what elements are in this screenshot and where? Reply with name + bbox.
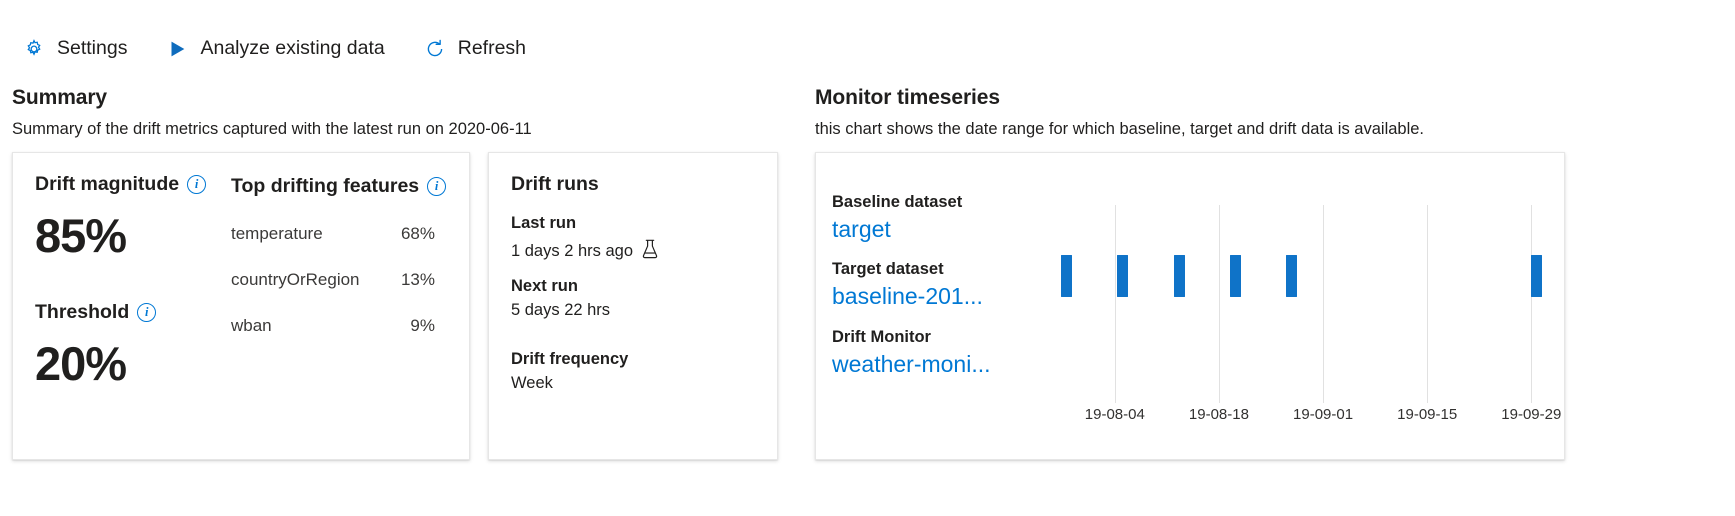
top-drifting-features-header: Top drifting features i (231, 175, 447, 198)
gear-icon (22, 37, 46, 61)
x-axis-tick-label: 19-09-15 (1397, 406, 1458, 423)
flask-icon[interactable] (640, 238, 660, 265)
chart-bar[interactable] (1061, 255, 1073, 297)
drift-monitor-label: Drift Monitor (832, 327, 931, 346)
feature-name: countryOrRegion (231, 270, 360, 289)
baseline-dataset-link[interactable]: target (832, 216, 1016, 242)
next-run-value: 5 days 22 hrs (511, 301, 611, 319)
drift-summary-card: Drift magnitude i 85% Threshold i 20% To… (12, 152, 470, 460)
drift-frequency-label: Drift frequency (511, 350, 629, 368)
drift-magnitude-info-icon[interactable]: i (187, 175, 207, 194)
threshold-block: Threshold i 20% (35, 301, 231, 387)
chart-gridline (1531, 205, 1533, 403)
toolbar: Settings Analyze existing data Refresh (0, 0, 1735, 72)
baseline-dataset-label: Baseline dataset (832, 193, 963, 211)
threshold-info-icon[interactable]: i (137, 303, 157, 322)
analyze-existing-data-label: Analyze existing data (200, 37, 385, 60)
play-icon (165, 37, 189, 61)
top-drifting-features-label: Top drifting features (231, 175, 420, 197)
chart-legend: Baseline dataset target Target dataset b… (816, 193, 1016, 459)
monitor-timeseries-subtitle: this chart shows the date range for whic… (815, 120, 1425, 138)
feature-name: temperature (231, 224, 323, 243)
chart-bar[interactable] (1117, 255, 1129, 297)
drift-frequency-value: Week (511, 374, 553, 392)
summary-section: Summary Summary of the drift metrics cap… (0, 72, 810, 460)
chart-gridline (1323, 205, 1325, 403)
threshold-header: Threshold i (35, 301, 231, 324)
analyze-existing-data-button[interactable]: Analyze existing data (161, 34, 388, 64)
settings-button[interactable]: Settings (18, 34, 131, 64)
drift-monitor-link[interactable]: weather-moni... (832, 351, 1016, 377)
chart-bar[interactable] (1531, 255, 1543, 297)
feature-value: 9% (410, 316, 435, 335)
top-drifting-features-block: Top drifting features i temperature 68% … (231, 173, 447, 387)
monitor-timeseries-title: Monitor timeseries (815, 86, 1000, 109)
x-axis-tick-label: 19-09-29 (1501, 406, 1562, 423)
refresh-button[interactable]: Refresh (419, 34, 530, 64)
feature-row: wban 9% (231, 316, 447, 336)
chart-gridline (1427, 205, 1429, 403)
timeseries-plot: 19-08-04 19-08-18 19-09-01 19-09-15 19-09-29 (1016, 193, 1561, 443)
last-run-value-row: 1 days 2 hrs ago (511, 238, 755, 265)
x-axis-tick-label: 19-08-04 (1084, 406, 1145, 423)
drift-magnitude-header: Drift magnitude i (35, 173, 231, 196)
x-axis-tick-label: 19-09-01 (1293, 406, 1354, 423)
drift-magnitude-label: Drift magnitude (35, 173, 180, 195)
chart-gridline (1218, 205, 1220, 403)
threshold-value: 20% (35, 337, 127, 390)
chart-bar[interactable] (1285, 255, 1297, 297)
feature-name: wban (231, 316, 272, 335)
main-content: Summary Summary of the drift metrics cap… (0, 72, 1735, 460)
chart-gridline (1114, 205, 1116, 403)
monitor-timeseries-section: Monitor timeseries this chart shows the … (810, 72, 1710, 460)
chart-bar[interactable] (1173, 255, 1185, 297)
drift-magnitude-block: Drift magnitude i 85% Threshold i 20% (35, 173, 231, 387)
feature-value: 68% (400, 224, 435, 243)
drift-runs-card: Drift runs Last run 1 days 2 hrs ago Nex… (488, 152, 778, 460)
feature-row: countryOrRegion 13% (231, 270, 447, 290)
last-run-value: 1 days 2 hrs ago (511, 242, 633, 260)
top-drifting-features-info-icon[interactable]: i (427, 177, 447, 196)
summary-cards: Drift magnitude i 85% Threshold i 20% To… (12, 152, 810, 460)
drift-runs-title: Drift runs (511, 173, 599, 195)
x-axis-tick-label: 19-08-18 (1188, 406, 1249, 423)
settings-label: Settings (57, 37, 128, 60)
summary-subtitle: Summary of the drift metrics captured wi… (12, 120, 532, 138)
refresh-icon (423, 37, 447, 61)
next-run-label: Next run (511, 277, 578, 295)
drift-magnitude-value: 85% (35, 209, 127, 262)
summary-title: Summary (12, 86, 108, 109)
threshold-label: Threshold (35, 301, 130, 323)
target-dataset-label: Target dataset (832, 260, 944, 279)
monitor-timeseries-card: Baseline dataset target Target dataset b… (815, 152, 1565, 460)
feature-value: 13% (400, 270, 435, 289)
chart-bar[interactable] (1229, 255, 1241, 297)
refresh-label: Refresh (457, 37, 527, 60)
feature-row: temperature 68% (231, 224, 447, 244)
last-run-label: Last run (511, 214, 577, 232)
target-dataset-link[interactable]: baseline-201... (832, 283, 1016, 309)
